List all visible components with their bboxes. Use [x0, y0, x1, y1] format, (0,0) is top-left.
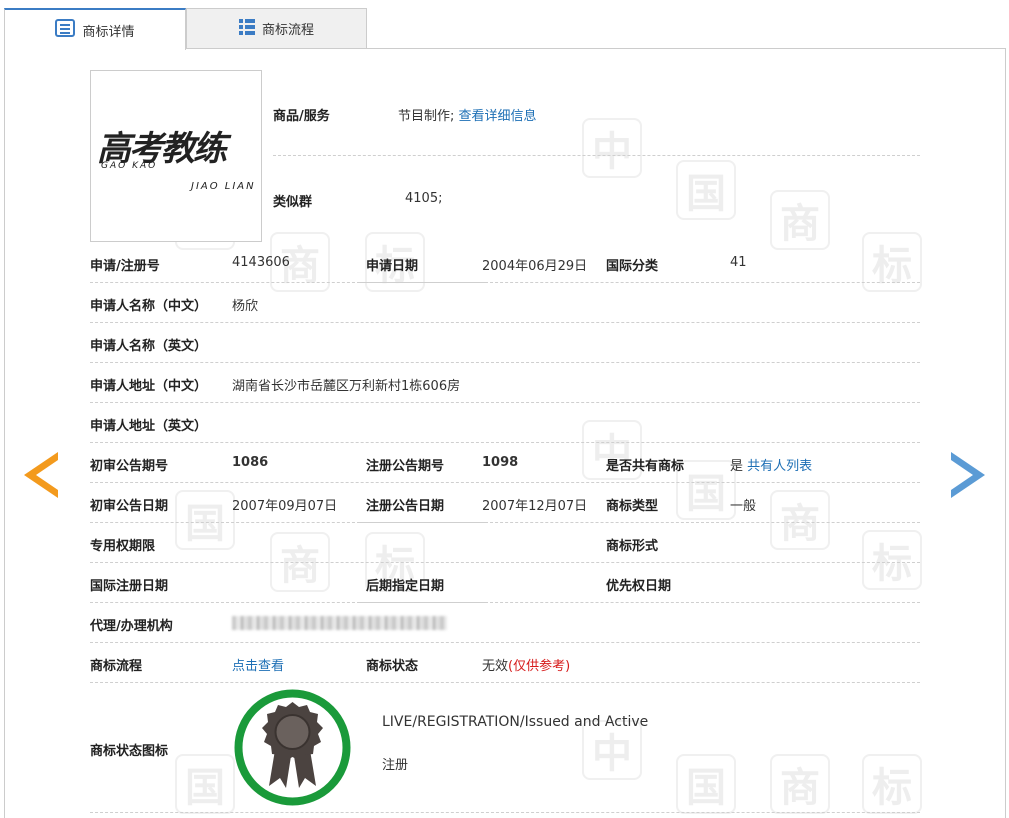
process-view-link[interactable]: 点击查看	[232, 655, 284, 674]
logo-text-gk: GAO KAO	[101, 161, 158, 171]
applicant-en-label: 申请人名称（英文）	[90, 339, 208, 354]
watermark-char: 商	[770, 754, 830, 814]
divider	[90, 322, 920, 323]
divider	[90, 682, 920, 683]
divider	[90, 442, 920, 443]
prelim-no-label: 初审公告期号	[90, 459, 169, 474]
applicant-cn-value: 杨欣	[232, 299, 259, 314]
list-icon	[55, 19, 76, 41]
agent-label: 代理/办理机构	[90, 619, 173, 634]
status-note: (仅供参考)	[508, 659, 571, 674]
co-owner-list-link[interactable]: 共有人列表	[747, 459, 812, 474]
watermark-char: 标	[862, 232, 922, 292]
prelim-date-label: 初审公告日期	[90, 499, 169, 514]
process-label: 商标流程	[90, 659, 143, 674]
exclusive-label: 专用权期限	[90, 539, 156, 554]
address-cn-value: 湖南省长沙市岳麓区万利新村1栋606房	[232, 379, 461, 394]
prelim-no-value: 1086	[232, 455, 269, 470]
divider	[485, 522, 920, 523]
mark-type-label: 商标类型	[606, 499, 659, 514]
watermark-char: 商	[770, 190, 830, 250]
goods-label: 商品/服务	[273, 109, 330, 124]
watermark-char: 标	[862, 530, 922, 590]
divider	[90, 642, 920, 643]
tab-label: 商标详情	[82, 24, 135, 40]
goods-detail-link[interactable]: 查看详细信息	[459, 109, 537, 124]
divider	[90, 362, 920, 363]
reg-pub-date-label: 注册公告日期	[366, 499, 445, 514]
apply-date-value: 2004年06月29日	[482, 259, 588, 274]
divider	[273, 155, 920, 156]
tab-trademark-process[interactable]: 商标流程	[186, 8, 367, 49]
mark-form-label: 商标形式	[606, 539, 659, 554]
address-cn-label: 申请人地址（中文）	[90, 379, 208, 394]
watermark-char: 商	[770, 490, 830, 550]
watermark-char: 国	[676, 754, 736, 814]
divider	[360, 522, 485, 523]
similar-value: 4105;	[405, 191, 443, 206]
status-icon-label: 商标状态图标	[90, 744, 169, 759]
status-cn-text: 注册	[382, 758, 409, 773]
watermark-char: 国	[676, 460, 736, 520]
status-label: 商标状态	[366, 659, 419, 674]
divider	[90, 522, 360, 523]
watermark-char: 国	[676, 160, 736, 220]
intl-class-label: 国际分类	[606, 259, 659, 274]
divider	[360, 602, 485, 603]
tab-bar: 商标详情 商标流程	[4, 8, 1006, 50]
divider	[90, 812, 920, 813]
apply-date-label: 申请日期	[366, 259, 419, 274]
divider	[90, 282, 360, 283]
divider	[485, 282, 920, 283]
mark-type-value: 一般	[730, 499, 757, 514]
later-date-label: 后期指定日期	[366, 579, 445, 594]
watermark-char: 中	[582, 118, 642, 178]
watermark-char: 国	[175, 754, 235, 814]
reg-pub-no-value: 1098	[482, 455, 519, 470]
priority-date-label: 优先权日期	[606, 579, 672, 594]
reg-no-label: 申请/注册号	[90, 259, 160, 274]
agent-value-redacted	[232, 616, 447, 630]
shared-value: 是 共有人列表	[730, 455, 812, 474]
reg-no-value: 4143606	[232, 255, 290, 270]
divider	[360, 282, 485, 283]
reg-pub-no-label: 注册公告期号	[366, 459, 445, 474]
status-en-text: LIVE/REGISTRATION/Issued and Active	[382, 714, 649, 730]
registered-seal-icon	[233, 688, 352, 807]
tab-label: 商标流程	[261, 23, 314, 38]
goods-value: 节目制作; 查看详细信息	[398, 105, 537, 124]
divider	[90, 562, 920, 563]
watermark-char: 国	[175, 490, 235, 550]
shared-label: 是否共有商标	[606, 459, 685, 474]
status-text: 无效	[482, 659, 509, 674]
divider	[485, 602, 920, 603]
divider	[90, 482, 920, 483]
divider	[90, 602, 360, 603]
tab-trademark-details[interactable]: 商标详情	[4, 8, 186, 50]
intl-reg-date-label: 国际注册日期	[90, 579, 169, 594]
address-en-label: 申请人地址（英文）	[90, 419, 208, 434]
intl-class-value: 41	[730, 255, 747, 270]
next-arrow-inner	[951, 460, 973, 490]
prelim-date-value: 2007年09月07日	[232, 499, 338, 514]
watermark-char: 标	[862, 754, 922, 814]
shared-text: 是	[730, 459, 744, 474]
grid-list-icon	[238, 18, 255, 39]
status-value: 无效(仅供参考)	[482, 655, 570, 674]
similar-label: 类似群	[273, 195, 313, 210]
applicant-cn-label: 申请人名称（中文）	[90, 299, 208, 314]
goods-text: 节目制作;	[398, 109, 455, 124]
prev-arrow-inner	[36, 460, 58, 490]
logo-text-jl: JIAO LIAN	[191, 181, 256, 192]
divider	[90, 402, 920, 403]
trademark-image: 高考教练 GAO KAO JIAO LIAN	[90, 70, 262, 242]
reg-pub-date-value: 2007年12月07日	[482, 499, 588, 514]
